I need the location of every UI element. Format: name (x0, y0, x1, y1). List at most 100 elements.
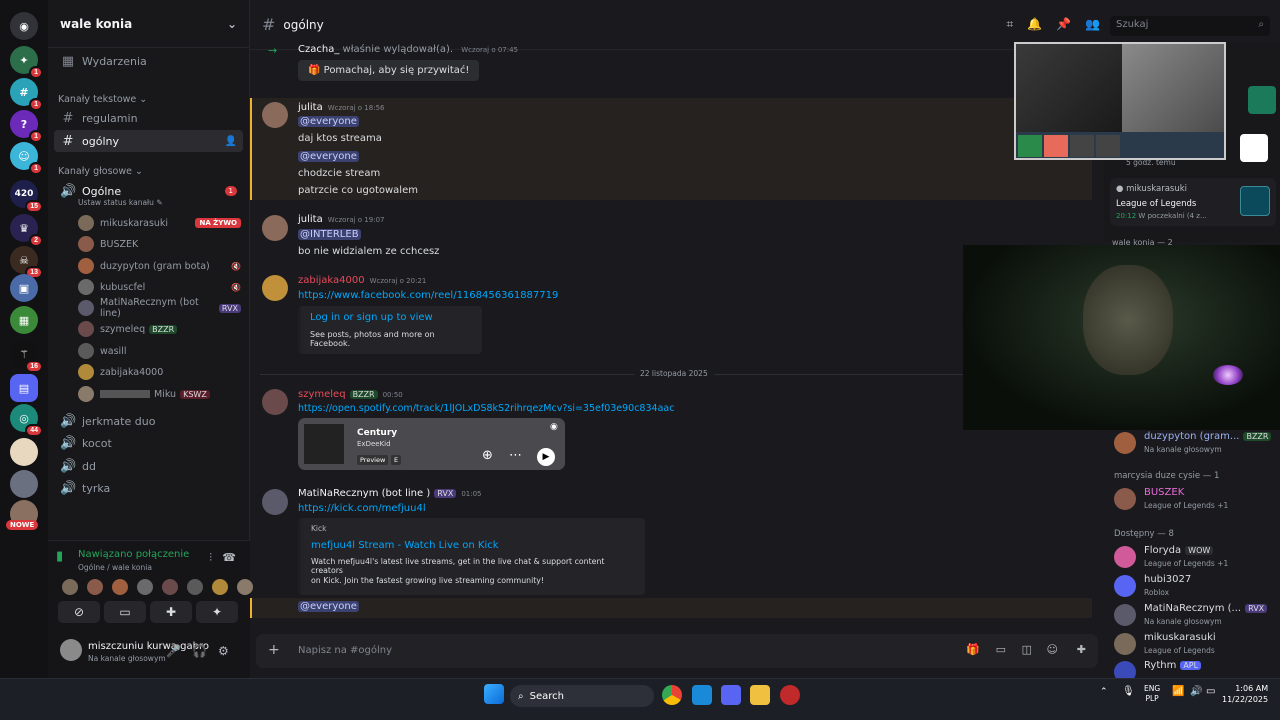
channel-regulamin[interactable]: # regulamin (54, 107, 243, 129)
add-icon[interactable]: ⊕ (482, 448, 493, 463)
track-title[interactable]: Century (357, 428, 397, 438)
message-link[interactable]: https://kick.com/mefjuu4l (298, 503, 426, 514)
member-item[interactable]: BUSZEK League of Legends +1 (1112, 486, 1276, 514)
avatar[interactable] (262, 489, 288, 515)
wifi-icon[interactable]: 📶 (1172, 686, 1184, 697)
server-icon[interactable]: ☠ 13 (10, 246, 43, 279)
voice-category[interactable]: Kanały głosowe ⌄ (58, 166, 143, 177)
roblox-icon[interactable] (1240, 134, 1268, 162)
soundboard-button[interactable]: ✦ (196, 601, 238, 623)
server-icon[interactable] (10, 470, 38, 498)
channel-ogolny[interactable]: # ogólny 👤 (54, 130, 243, 152)
discord-icon[interactable] (721, 685, 741, 705)
channel-status[interactable]: Ustaw status kanału ✎ (78, 198, 163, 207)
voice-channel[interactable]: 🔊 tyrka (54, 477, 243, 499)
message-link[interactable]: https://open.spotify.com/track/1lJOLxDS8… (298, 403, 674, 414)
wave-button[interactable]: 🎁 Pomachaj, aby się przywitać! (298, 60, 480, 81)
voice-status[interactable]: Nawiązano połączenie (78, 549, 189, 560)
message-input[interactable]: + Napisz na #ogólny 🎁 ▭ ◫ ☺ ✚ (256, 634, 1098, 668)
bell-icon[interactable]: 🔔 (1027, 17, 1042, 32)
noise-icon[interactable]: ⫶ (209, 551, 212, 565)
mic-icon[interactable]: 🎙 (1122, 686, 1135, 697)
events-item[interactable]: ▦ Wydarzenia (54, 50, 243, 72)
track-artist[interactable]: ExDeeKid (357, 440, 391, 448)
user-avatar[interactable] (60, 639, 82, 661)
server-icon[interactable]: ⚚ 16 (10, 340, 43, 373)
server-header[interactable]: wale konia ⌄ (48, 0, 249, 48)
volume-icon[interactable]: 🔊 (1190, 686, 1202, 697)
server-icon[interactable]: ? 1 (10, 110, 43, 143)
avatar[interactable] (262, 102, 288, 128)
voice-channel[interactable]: 🔊 jerkmate duo (54, 410, 243, 432)
server-icon[interactable]: 420 15 (10, 180, 43, 213)
pin-icon[interactable]: 📌 (1056, 17, 1071, 32)
member-item[interactable]: MatiNaRecznym (... RVX Na kanale głosowym (1112, 602, 1276, 630)
chrome-icon[interactable] (662, 685, 682, 705)
server-icon[interactable] (10, 438, 38, 466)
activity-card[interactable]: ● mikuskarasuki League of Legends 20:12 … (1110, 178, 1276, 226)
spotify-icon[interactable]: ◉ (550, 422, 558, 432)
member-item[interactable]: mikuskarasuki League of Legends (1112, 631, 1276, 659)
message-link[interactable]: https://www.facebook.com/reel/1168456361… (298, 290, 558, 301)
folder-icon[interactable]: ▤ (10, 374, 38, 402)
taskbar-search[interactable]: ⌕ Search (510, 685, 654, 707)
server-icon[interactable]: ▣ (10, 274, 38, 302)
embed-title[interactable]: Log in or sign up to view (310, 312, 473, 323)
server-icon[interactable]: ♛ 2 (10, 214, 43, 247)
gif-icon[interactable]: ▭ (996, 643, 1006, 656)
play-icon[interactable]: ▶ (537, 448, 555, 466)
gift-icon[interactable]: 🎁 (966, 643, 980, 656)
album-art[interactable] (304, 424, 344, 464)
discord-home-icon[interactable]: ◉ (10, 12, 38, 40)
camera-off-button[interactable]: ⊘ (58, 601, 100, 623)
text-category[interactable]: Kanały tekstowe ⌄ (58, 94, 147, 105)
voice-user[interactable]: duzypyton (gram bota) 🔇 (78, 256, 241, 276)
apps-icon[interactable]: ✚ (1077, 643, 1086, 656)
headphones-icon[interactable]: 🎧 (192, 644, 207, 658)
app-icon[interactable] (692, 685, 712, 705)
chevron-up-icon[interactable]: ⌃ (1100, 687, 1108, 697)
voice-user[interactable]: kubuscfel 🔇 (78, 277, 241, 297)
voice-user[interactable]: mikuskarasuki NA ŻYWO (78, 213, 241, 233)
voice-channel[interactable]: 🔊 dd (54, 455, 243, 477)
disconnect-icon[interactable]: ☎ (222, 551, 236, 564)
server-icon[interactable]: ✦ 1 (10, 46, 43, 79)
member-item[interactable]: hubi3027 Roblox (1112, 573, 1276, 601)
embed-provider[interactable]: Kick (311, 524, 635, 533)
language-indicator[interactable]: ENG PLP (1144, 684, 1160, 704)
voice-user[interactable]: BUSZEK (78, 234, 241, 254)
avatar[interactable] (262, 389, 288, 415)
server-icon[interactable]: ◎ 44 (10, 404, 43, 437)
battery-icon[interactable]: ▭ (1206, 686, 1215, 697)
plus-icon[interactable]: + (268, 642, 280, 658)
avatar[interactable] (262, 275, 288, 301)
activities-button[interactable]: ✚ (150, 601, 192, 623)
voice-user[interactable]: szymeleq BZZR (78, 319, 241, 339)
game-icon[interactable] (1248, 86, 1276, 114)
more-icon[interactable]: ⋯ (509, 448, 522, 463)
voice-channel[interactable]: 🔊 kocot (54, 432, 243, 454)
app-icon[interactable] (780, 685, 800, 705)
sticker-icon[interactable]: ◫ (1022, 643, 1032, 656)
embed-title[interactable]: mefjuu4l Stream - Watch Live on Kick (311, 540, 635, 551)
server-icon[interactable]: ☺ 1 (10, 142, 43, 175)
windows-start-icon[interactable] (484, 684, 504, 704)
server-icon[interactable]: #1 (10, 78, 43, 111)
clock[interactable]: 1:06 AM 11/22/2025 (1222, 683, 1268, 705)
voice-user[interactable]: wasill (78, 341, 241, 361)
mic-icon[interactable]: 🎤 (166, 644, 181, 658)
member-item[interactable]: duzypyton (gram... BZZR Na kanale głosowy… (1112, 430, 1276, 458)
threads-icon[interactable]: ⌗ (1006, 17, 1013, 32)
voice-user[interactable]: MatiNaRecznym (bot line) RVX (78, 297, 241, 319)
avatar[interactable] (262, 215, 288, 241)
voice-user[interactable]: Miku KSWZ (78, 384, 241, 404)
members-icon[interactable]: 👥 (1085, 17, 1100, 32)
gear-icon[interactable]: ⚙ (218, 644, 229, 658)
emoji-icon[interactable]: ☺ (1047, 643, 1058, 656)
search-input[interactable]: Szukaj ⌕ (1110, 16, 1270, 36)
file-explorer-icon[interactable] (750, 685, 770, 705)
screen-share-button[interactable]: ▭ (104, 601, 146, 623)
add-member-icon[interactable]: 👤 (225, 136, 237, 147)
voice-user[interactable]: zabijaka4000 (78, 362, 241, 382)
member-item[interactable]: Floryda WOW League of Legends +1 (1112, 544, 1276, 572)
